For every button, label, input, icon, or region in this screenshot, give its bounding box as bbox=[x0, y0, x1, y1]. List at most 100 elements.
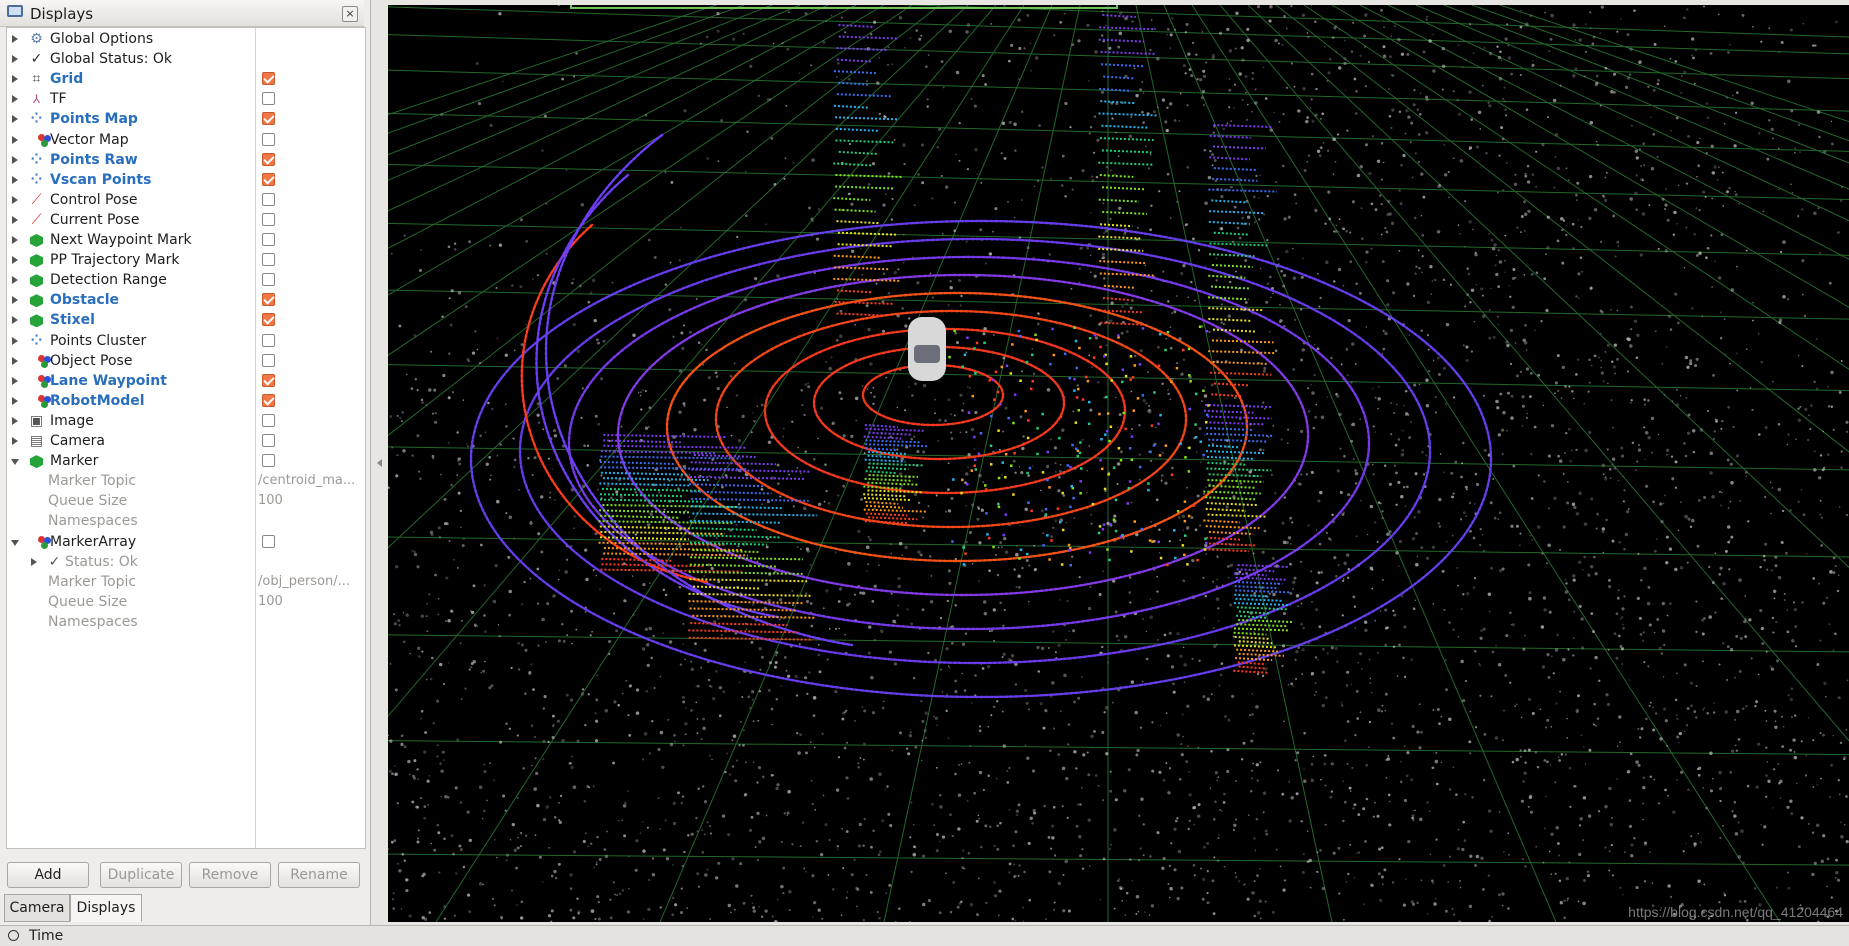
tree-row[interactable]: Obstacle bbox=[7, 291, 365, 310]
enable-checkbox[interactable] bbox=[262, 92, 275, 105]
collapsed-arrow-icon[interactable] bbox=[12, 256, 18, 264]
tree-row[interactable]: ⅄TF bbox=[7, 90, 365, 109]
tree-row[interactable]: Lane Waypoint bbox=[7, 372, 365, 391]
property-value[interactable]: 100 bbox=[258, 594, 283, 609]
tree-row[interactable]: ⌗Grid bbox=[7, 70, 365, 89]
enable-checkbox[interactable] bbox=[262, 72, 275, 85]
enable-checkbox[interactable] bbox=[262, 153, 275, 166]
enable-checkbox[interactable] bbox=[262, 293, 275, 306]
tree-row-label: Next Waypoint Mark bbox=[50, 232, 192, 248]
tree-property-row[interactable]: ✓Status: Ok bbox=[7, 553, 365, 572]
tab-camera[interactable]: Camera bbox=[4, 894, 70, 922]
collapsed-arrow-icon[interactable] bbox=[12, 397, 18, 405]
displays-tree[interactable]: ⚙Global Options✓Global Status: Ok⌗Grid⅄T… bbox=[6, 27, 366, 849]
rename-button[interactable]: Rename bbox=[278, 862, 360, 888]
enable-checkbox[interactable] bbox=[262, 394, 275, 407]
collapsed-arrow-icon[interactable] bbox=[12, 136, 18, 144]
collapsed-arrow-icon[interactable] bbox=[12, 55, 18, 63]
enable-checkbox[interactable] bbox=[262, 354, 275, 367]
tree-row[interactable]: ⁘Points Map bbox=[7, 110, 365, 129]
tree-row-label: Camera bbox=[50, 433, 105, 449]
enable-checkbox[interactable] bbox=[262, 133, 275, 146]
tree-row[interactable]: ▣Image bbox=[7, 412, 365, 431]
collapsed-arrow-icon[interactable] bbox=[12, 156, 18, 164]
tree-row[interactable]: Next Waypoint Mark bbox=[7, 231, 365, 250]
collapsed-arrow-icon[interactable] bbox=[12, 437, 18, 445]
tree-row-label: Lane Waypoint bbox=[50, 373, 167, 389]
collapsed-arrow-icon[interactable] bbox=[12, 176, 18, 184]
collapsed-arrow-icon[interactable] bbox=[12, 296, 18, 304]
close-icon[interactable]: × bbox=[342, 6, 358, 22]
enable-checkbox[interactable] bbox=[262, 334, 275, 347]
enable-checkbox[interactable] bbox=[262, 454, 275, 467]
enable-checkbox[interactable] bbox=[262, 173, 275, 186]
collapse-arrow-icon[interactable] bbox=[377, 459, 382, 467]
collapsed-arrow-icon[interactable] bbox=[12, 417, 18, 425]
collapsed-arrow-icon[interactable] bbox=[12, 216, 18, 224]
tree-row[interactable]: ▤Camera bbox=[7, 432, 365, 451]
tree-property-row[interactable]: Namespaces bbox=[7, 613, 365, 632]
remove-button[interactable]: Remove bbox=[189, 862, 271, 888]
tree-row[interactable]: ✓Global Status: Ok bbox=[7, 50, 365, 69]
pose-arrow-icon: ⟋ bbox=[29, 193, 44, 208]
tree-row[interactable]: MarkerArray bbox=[7, 533, 365, 552]
tree-row[interactable]: ⟋Control Pose bbox=[7, 191, 365, 210]
tree-row[interactable]: ⚙Global Options bbox=[7, 30, 365, 49]
tree-row[interactable]: ⟋Current Pose bbox=[7, 211, 365, 230]
expanded-arrow-icon[interactable] bbox=[11, 540, 19, 546]
tree-property-row[interactable]: Namespaces bbox=[7, 512, 365, 531]
tree-row[interactable]: Detection Range bbox=[7, 271, 365, 290]
3d-viewport[interactable]: https://blog.csdn.net/qq_41204464 bbox=[388, 5, 1849, 922]
tab-displays[interactable]: Displays bbox=[70, 894, 142, 922]
enable-checkbox[interactable] bbox=[262, 434, 275, 447]
property-value[interactable]: 100 bbox=[258, 493, 283, 508]
enable-checkbox[interactable] bbox=[262, 213, 275, 226]
splitter-handle[interactable] bbox=[371, 0, 388, 925]
collapsed-arrow-icon[interactable] bbox=[12, 276, 18, 284]
collapsed-arrow-icon[interactable] bbox=[12, 115, 18, 123]
marker-icon bbox=[29, 293, 44, 308]
tree-property-row[interactable]: Marker Topic/centroid_ma... bbox=[7, 472, 365, 491]
enable-checkbox[interactable] bbox=[262, 414, 275, 427]
enable-checkbox[interactable] bbox=[262, 374, 275, 387]
collapsed-arrow-icon[interactable] bbox=[12, 357, 18, 365]
enable-checkbox[interactable] bbox=[262, 112, 275, 125]
tree-row[interactable]: Stixel bbox=[7, 311, 365, 330]
enable-checkbox[interactable] bbox=[262, 233, 275, 246]
enable-checkbox[interactable] bbox=[262, 253, 275, 266]
tree-row-label: Object Pose bbox=[50, 353, 132, 369]
add-button[interactable]: Add bbox=[7, 862, 89, 888]
collapsed-arrow-icon[interactable] bbox=[12, 35, 18, 43]
tree-row-label: Obstacle bbox=[50, 292, 119, 308]
tree-row[interactable]: Object Pose bbox=[7, 352, 365, 371]
collapsed-arrow-icon[interactable] bbox=[12, 95, 18, 103]
point-cloud-scene[interactable] bbox=[388, 5, 1849, 922]
collapsed-arrow-icon[interactable] bbox=[12, 196, 18, 204]
expanded-arrow-icon[interactable] bbox=[11, 459, 19, 465]
tree-row[interactable]: ⁘Vscan Points bbox=[7, 171, 365, 190]
tree-property-row[interactable]: Marker Topic/obj_person/... bbox=[7, 573, 365, 592]
vscan-points bbox=[948, 326, 1209, 567]
property-value[interactable]: /centroid_ma... bbox=[258, 473, 355, 488]
tree-row[interactable]: ⁘Points Raw bbox=[7, 151, 365, 170]
collapsed-arrow-icon[interactable] bbox=[12, 236, 18, 244]
enable-checkbox[interactable] bbox=[262, 313, 275, 326]
clock-icon bbox=[8, 930, 19, 941]
collapsed-arrow-icon[interactable] bbox=[12, 377, 18, 385]
collapsed-arrow-icon[interactable] bbox=[12, 75, 18, 83]
tree-row[interactable]: Marker bbox=[7, 452, 365, 471]
property-value[interactable]: /obj_person/... bbox=[258, 574, 350, 589]
enable-checkbox[interactable] bbox=[262, 273, 275, 286]
tree-property-row[interactable]: Queue Size100 bbox=[7, 492, 365, 511]
enable-checkbox[interactable] bbox=[262, 535, 275, 548]
tree-row[interactable]: ⁘Points Cluster bbox=[7, 332, 365, 351]
tree-row[interactable]: Vector Map bbox=[7, 131, 365, 150]
tree-property-row[interactable]: Queue Size100 bbox=[7, 593, 365, 612]
collapsed-arrow-icon[interactable] bbox=[12, 337, 18, 345]
tree-row[interactable]: PP Trajectory Mark bbox=[7, 251, 365, 270]
enable-checkbox[interactable] bbox=[262, 193, 275, 206]
duplicate-button[interactable]: Duplicate bbox=[100, 862, 182, 888]
collapsed-arrow-icon[interactable] bbox=[12, 316, 18, 324]
tree-row[interactable]: RobotModel bbox=[7, 392, 365, 411]
collapsed-arrow-icon[interactable] bbox=[31, 558, 37, 566]
